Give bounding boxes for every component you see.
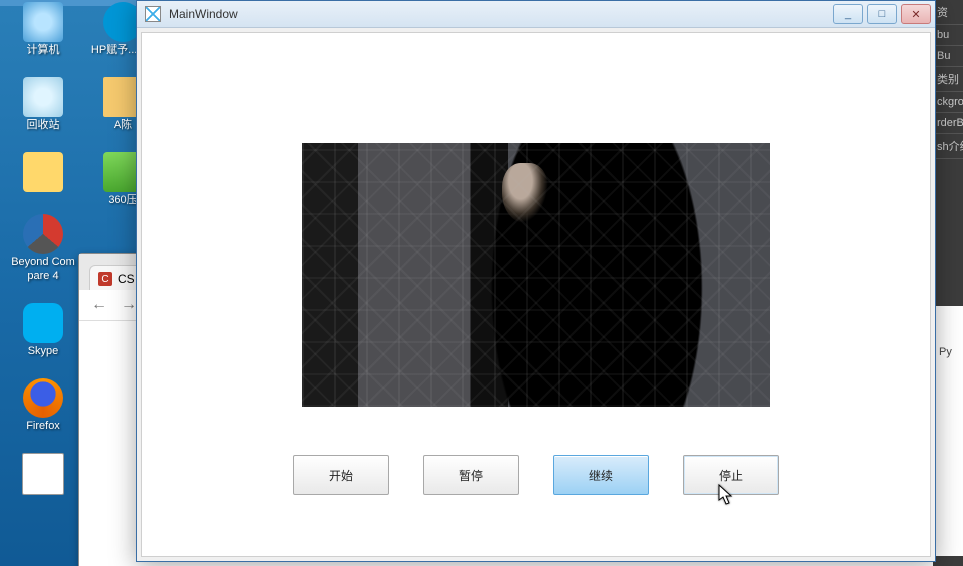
skype-icon [23,303,63,343]
txt-icon [22,453,64,495]
main-window: MainWindow _ □ ✕ 开始 暂停 继续 停止 [136,0,936,562]
desktop-icon[interactable] [10,453,76,497]
desktop-icon-label: 计算机 [27,44,60,57]
resume-button[interactable]: 继续 [553,455,649,495]
client-area: 开始 暂停 继续 停止 [141,32,931,557]
desktop-icon[interactable]: 计算机 [10,2,76,57]
video-content [502,163,548,223]
start-button[interactable]: 开始 [293,455,389,495]
desktop-icon[interactable]: Firefox [10,378,76,433]
back-icon[interactable]: ← [91,296,107,314]
desktop-icon-label: 回收站 [27,119,60,132]
property-row: ckgro [933,92,963,113]
video-frame [302,143,770,407]
desktop-icon[interactable]: 回收站 [10,77,76,132]
property-row: rderB [933,113,963,134]
editor-text: Py [935,306,963,398]
desktop-icon[interactable] [10,152,76,194]
desktop-icon-label: Skype [28,345,59,358]
desktop-icon-label: Beyond Compare 4 [10,256,76,282]
tab-title: CS [118,272,135,286]
ide-editor-sliver: Py [935,306,963,556]
desktop-icon-label: Firefox [26,420,60,433]
close-button[interactable]: ✕ [901,4,931,24]
property-row: 类别 [933,67,963,92]
desktop-icon[interactable]: Beyond Compare 4 [10,214,76,282]
desktop-icon-label: 360压 [108,194,137,207]
window-controls: _ □ ✕ [833,4,935,24]
pause-button[interactable]: 暂停 [423,455,519,495]
title-bar[interactable]: MainWindow _ □ ✕ [137,1,935,28]
stop-button[interactable]: 停止 [683,455,779,495]
tab-favicon: C [98,272,112,286]
property-row: 资 [933,0,963,25]
desktop-icon-label: A陈 [114,119,132,132]
desktop-icons-col1: 计算机回收站 Beyond Compare 4 Skype Firefox [10,2,76,497]
controls-row: 开始 暂停 继续 停止 [293,455,779,495]
window-title: MainWindow [169,7,238,21]
bin-icon [23,77,63,117]
maximize-button[interactable]: □ [867,4,897,24]
bc-icon [23,214,63,254]
forward-icon[interactable]: → [121,296,137,314]
minimize-button[interactable]: _ [833,4,863,24]
app-icon [145,6,161,22]
property-row: sh介绍 [933,134,963,159]
pc-icon [23,2,63,42]
property-row: bu [933,25,963,46]
desktop-background: 计算机回收站Beyond Compare 4SkypeFirefox HP赋予.… [0,0,963,566]
folder-icon [23,152,63,192]
property-row: Bu [933,46,963,67]
desktop-icon[interactable]: Skype [10,303,76,358]
firefox-icon [23,378,63,418]
